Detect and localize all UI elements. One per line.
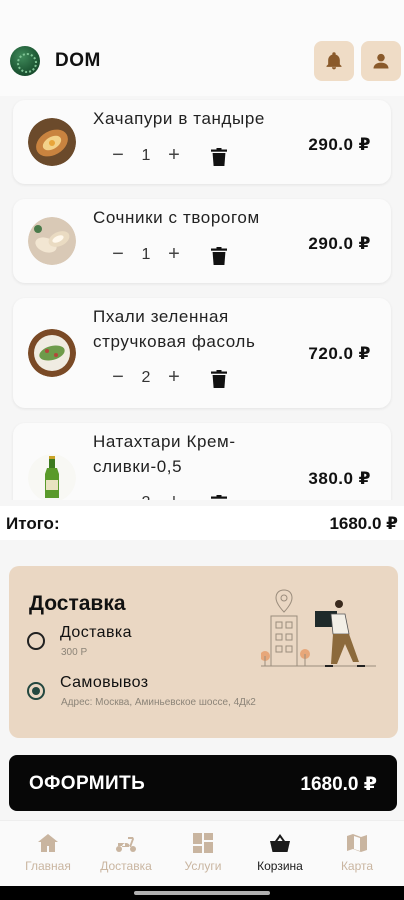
nav-label: Карта <box>340 859 374 873</box>
app-header: DOM <box>0 0 404 96</box>
cart-item[interactable]: Пхали зеленная стручковая фасоль − 2 + 7… <box>13 298 391 408</box>
notifications-button[interactable] <box>314 41 354 81</box>
nav-label: Доставка <box>100 859 152 873</box>
nav-label: Корзина <box>257 859 303 873</box>
nav-home[interactable]: Главная <box>8 821 88 887</box>
delivery-illustration <box>261 589 376 667</box>
increase-button[interactable]: + <box>164 244 184 265</box>
quantity-value: 1 <box>141 147 151 164</box>
nav-services[interactable]: Услуги <box>163 821 243 887</box>
decrease-button[interactable]: − <box>108 244 128 265</box>
decrease-button[interactable]: − <box>108 492 128 500</box>
item-name: Хачапури в тандыре <box>93 109 265 128</box>
item-image-bottle <box>28 454 76 500</box>
nav-label: Услуги <box>184 859 222 873</box>
delete-button[interactable] <box>211 370 227 388</box>
cart-total: Итого: 1680.0 ₽ <box>0 506 404 540</box>
checkout-label: ОФОРМИТЬ <box>29 773 146 794</box>
item-price: 290.0 ₽ <box>308 135 371 154</box>
profile-button[interactable] <box>361 41 401 81</box>
map-icon <box>347 834 367 852</box>
quantity-stepper[interactable]: − 1 + <box>108 244 184 265</box>
item-image-khachapuri <box>28 118 76 166</box>
radio-button[interactable] <box>27 632 45 650</box>
option-price: 300 Р <box>61 647 88 658</box>
quantity-value: 2 <box>128 494 164 500</box>
delivery-panel: Доставка Доставка 300 Р Самовывоз Адрес:… <box>9 566 398 738</box>
quantity-stepper[interactable]: − 1 + <box>108 145 184 166</box>
item-image-sochniki <box>28 217 76 265</box>
user-icon <box>373 53 389 69</box>
quantity-value: 2 <box>141 369 151 386</box>
item-price: 720.0 ₽ <box>308 344 371 363</box>
decrease-button[interactable]: − <box>108 145 128 166</box>
total-label: Итого: <box>6 514 60 533</box>
nav-cart[interactable]: Корзина <box>240 821 320 887</box>
total-value: 1680.0 ₽ <box>329 514 398 533</box>
brand-logo[interactable] <box>10 46 40 76</box>
brand-name: DOM <box>55 50 101 71</box>
delete-button[interactable] <box>211 148 227 166</box>
services-icon <box>193 833 213 853</box>
trash-icon <box>211 370 227 388</box>
quantity-stepper[interactable]: − 2 + <box>108 492 184 500</box>
delivery-title: Доставка <box>29 592 126 615</box>
item-name: Пхали зеленная стручковая фасоль <box>93 307 256 351</box>
item-image-phali <box>28 329 76 377</box>
trash-icon <box>211 148 227 166</box>
trash-icon <box>211 247 227 265</box>
basket-icon <box>270 834 290 852</box>
option-label: Самовывоз <box>60 674 149 691</box>
bottom-navigation: Главная Доставка Услуги Корзина Карта <box>0 820 404 886</box>
checkout-total: 1680.0 ₽ <box>300 774 377 795</box>
item-price: 290.0 ₽ <box>308 234 371 253</box>
quantity-value: 1 <box>141 246 151 263</box>
decrease-button[interactable]: − <box>108 367 128 388</box>
cart-item[interactable]: Натахтари Крем-сливки-0,5 − 2 + 380.0 ₽ <box>13 423 391 500</box>
trash-icon <box>211 495 227 499</box>
checkout-button[interactable]: ОФОРМИТЬ 1680.0 ₽ <box>9 755 397 811</box>
radio-button-selected[interactable] <box>27 682 45 700</box>
nav-label: Главная <box>25 859 71 873</box>
bell-icon <box>326 52 342 70</box>
delete-button[interactable] <box>211 247 227 265</box>
cart-item[interactable]: Сочники с творогом − 1 + 290.0 ₽ <box>13 199 391 283</box>
scooter-icon <box>116 837 136 852</box>
option-address: Адрес: Москва, Аминьевское шоссе, 4Дк2 <box>61 697 256 708</box>
system-home-indicator <box>0 886 404 900</box>
item-name: Сочники с творогом <box>93 208 260 227</box>
item-price: 380.0 ₽ <box>308 469 371 488</box>
increase-button[interactable]: + <box>164 492 184 500</box>
increase-button[interactable]: + <box>164 145 184 166</box>
nav-delivery[interactable]: Доставка <box>86 821 166 887</box>
option-label: Доставка <box>60 624 132 641</box>
quantity-stepper[interactable]: − 2 + <box>108 367 184 388</box>
increase-button[interactable]: + <box>164 367 184 388</box>
home-icon <box>38 834 58 852</box>
nav-map[interactable]: Карта <box>317 821 397 887</box>
item-name: Натахтари Крем-сливки-0,5 <box>93 432 236 476</box>
cart-list[interactable]: Хачапури в тандыре − 1 + 290.0 ₽ Сочники… <box>0 96 404 500</box>
cart-item[interactable]: Хачапури в тандыре − 1 + 290.0 ₽ <box>13 100 391 184</box>
delete-button[interactable] <box>211 495 227 500</box>
